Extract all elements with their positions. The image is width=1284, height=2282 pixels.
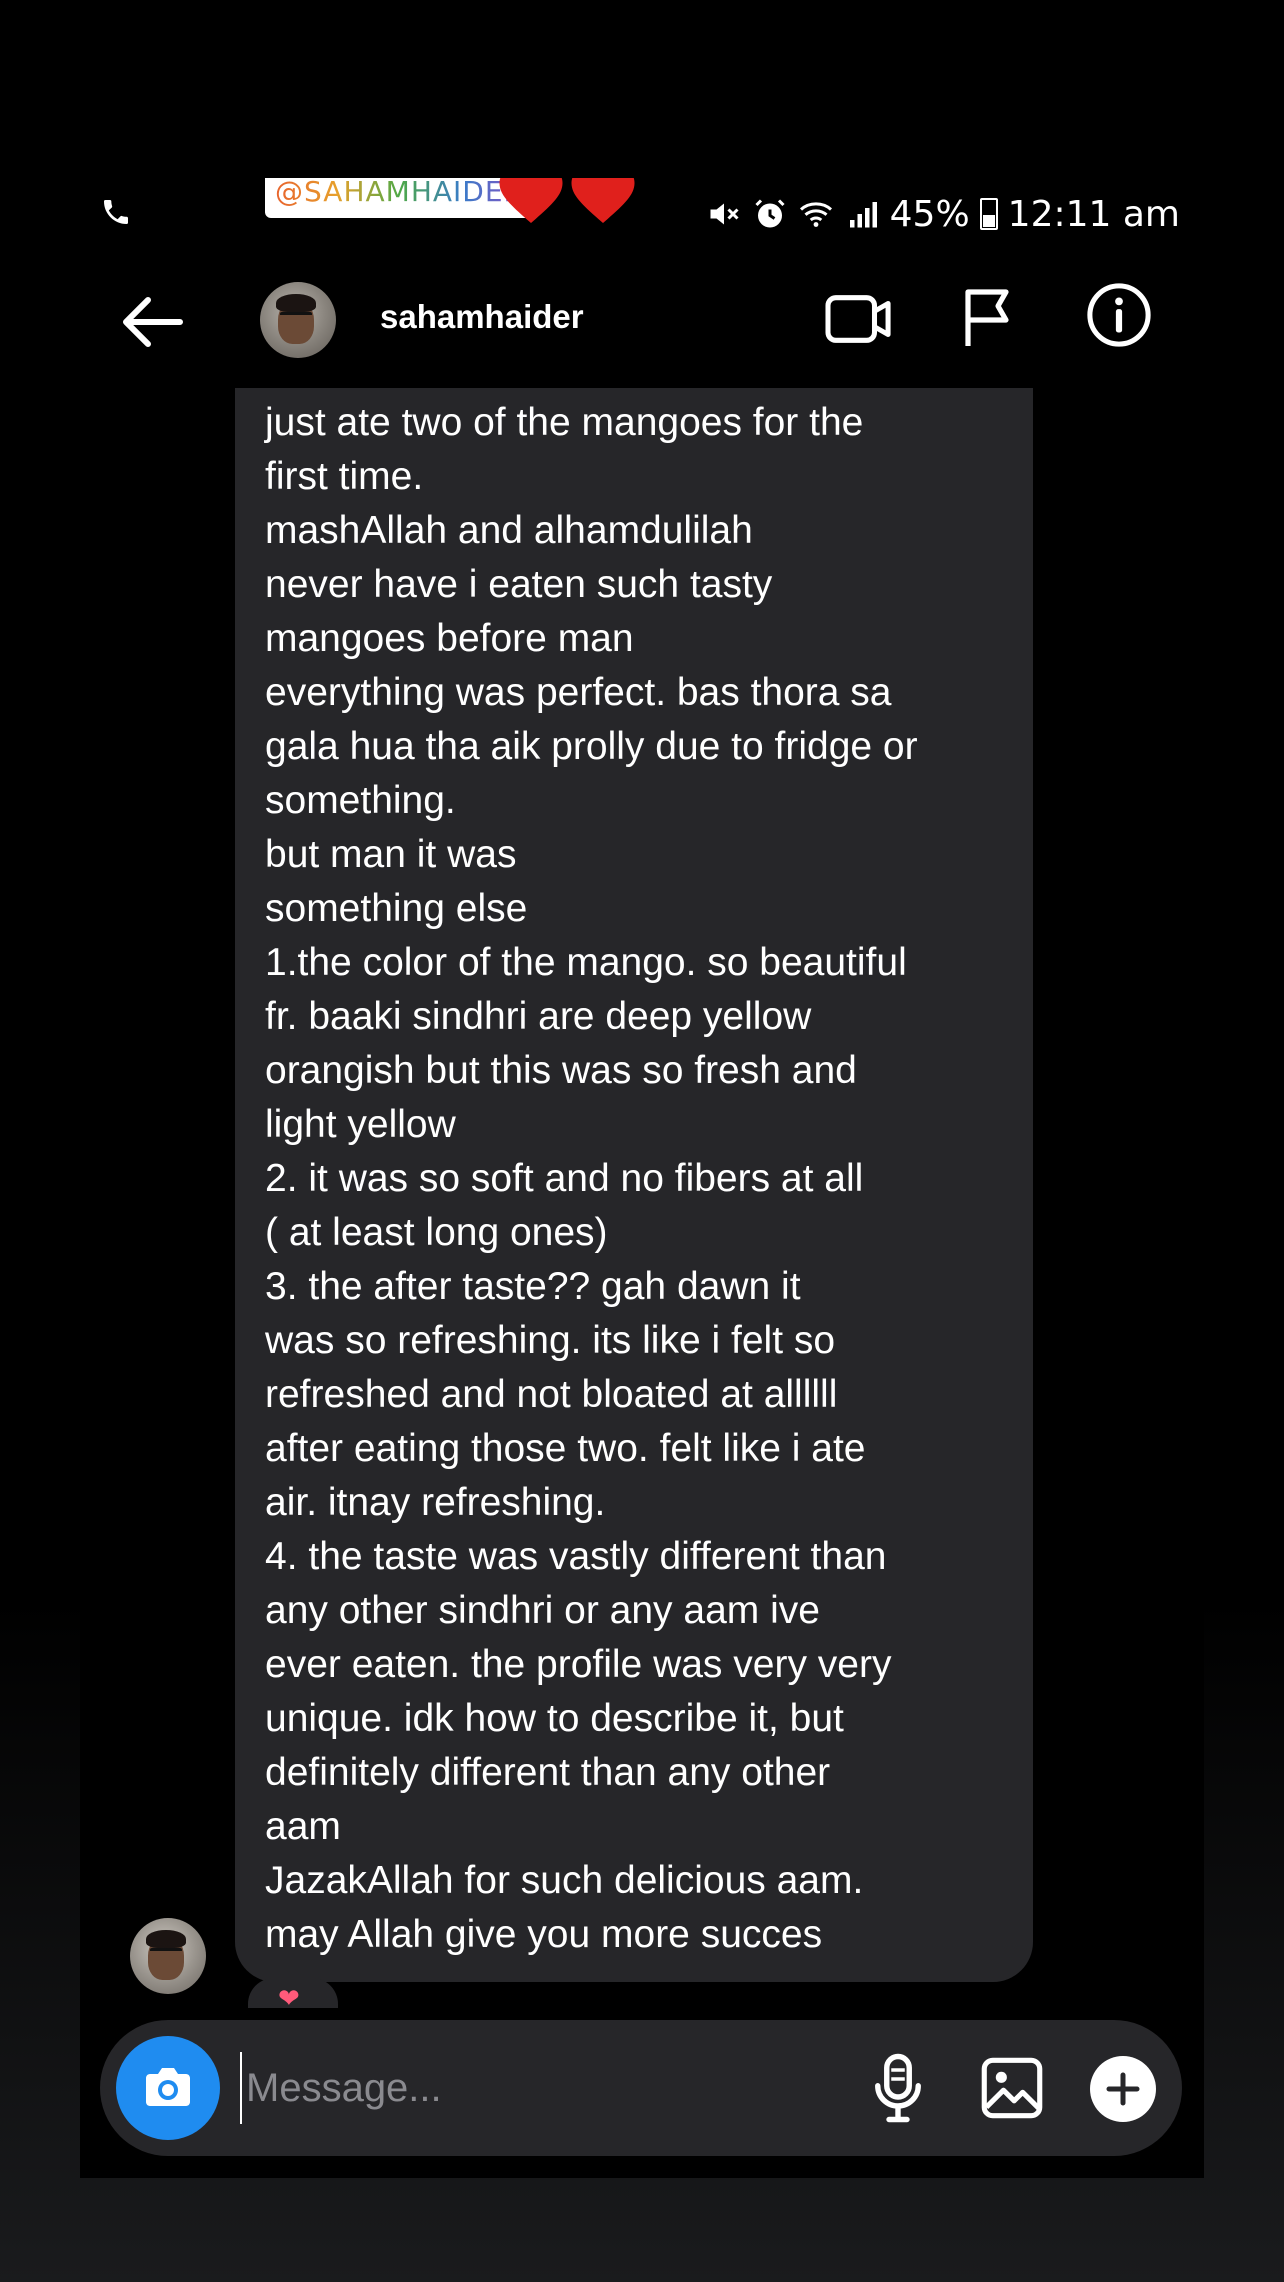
message-input[interactable] [240, 2052, 800, 2124]
dm-screen: 45% 12:11 am @SAHAMHAIDER sahamhaider ju… [80, 178, 1204, 2178]
add-icon [1106, 2072, 1140, 2106]
sender-avatar[interactable] [130, 1918, 206, 1994]
camera-button[interactable] [116, 2036, 220, 2140]
message-text: just ate two of the mangoes for the firs… [265, 401, 918, 1956]
clock: 12:11 am [1007, 193, 1180, 235]
alarm-icon [755, 199, 785, 228]
wifi-icon [799, 202, 832, 227]
avatar[interactable] [260, 282, 336, 358]
mention-sticker[interactable]: @SAHAMHAIDER [265, 178, 534, 218]
mention-text: @SAHAMHAIDER [275, 178, 524, 208]
reaction-heart: ❤ [278, 1984, 300, 2008]
reaction-badge[interactable]: ❤ [248, 1978, 338, 2008]
chat-header: sahamhaider [80, 268, 1204, 378]
phone-icon [104, 200, 128, 224]
avatar-hair [146, 1930, 186, 1948]
signal-icon [849, 202, 877, 228]
video-call-icon[interactable] [824, 288, 894, 350]
battery-icon [979, 198, 998, 230]
username[interactable]: sahamhaider [380, 298, 584, 336]
add-button[interactable] [1090, 2056, 1156, 2122]
back-arrow-icon[interactable] [120, 292, 184, 352]
avatar-hair [276, 294, 316, 312]
info-icon[interactable] [1086, 282, 1152, 348]
message-composer [100, 2020, 1182, 2156]
camera-icon [146, 2068, 190, 2106]
heart-icon [499, 178, 563, 223]
heart-icon [571, 178, 635, 223]
mute-icon [710, 203, 739, 225]
status-icons: 45% 12:11 am [706, 192, 1180, 236]
avatar-glasses [280, 312, 312, 323]
message-bubble[interactable]: just ate two of the mangoes for the firs… [235, 388, 1033, 1982]
status-bar: 45% 12:11 am [80, 178, 1204, 248]
flag-icon[interactable] [960, 286, 1016, 350]
avatar-glasses [150, 1948, 182, 1959]
battery-percent: 45% [889, 193, 970, 235]
microphone-icon[interactable] [870, 2052, 926, 2124]
hearts-sticker [495, 178, 639, 226]
gallery-icon[interactable] [980, 2056, 1044, 2120]
